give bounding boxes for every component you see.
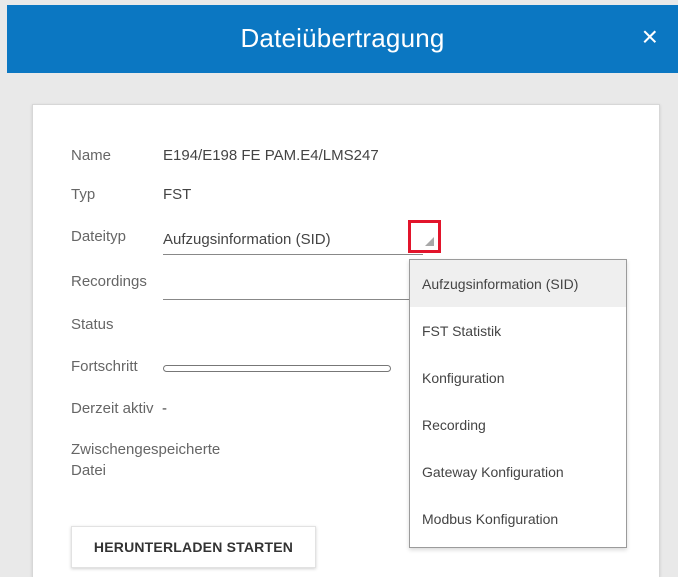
dropdown-option-fst-statistik[interactable]: FST Statistik — [410, 307, 626, 354]
name-label: Name — [71, 147, 112, 164]
dropdown-option-modbus-konfiguration[interactable]: Modbus Konfiguration — [410, 495, 626, 542]
chevron-down-icon — [425, 237, 434, 246]
recordings-field[interactable] — [163, 299, 413, 300]
dateityp-label: Dateityp — [71, 228, 127, 245]
name-value: E194/E198 FE PAM.E4/LMS247 — [163, 147, 379, 164]
dropdown-option-aufzugsinformation[interactable]: Aufzugsinformation (SID) — [410, 260, 626, 307]
typ-value: FST — [163, 186, 192, 203]
status-label: Status — [71, 316, 114, 333]
derzeit-aktiv-label: Derzeit aktiv — [71, 400, 154, 417]
dateityp-dropdown-toggle[interactable] — [408, 220, 441, 253]
dateityp-select-value[interactable]: Aufzugsinformation (SID) — [163, 231, 331, 248]
recordings-label: Recordings — [71, 273, 147, 290]
dateityp-dropdown-menu: Aufzugsinformation (SID) FST Statistik K… — [409, 259, 627, 548]
start-download-button[interactable]: HERUNTERLADEN STARTEN — [71, 526, 316, 568]
dialog-title: Dateiübertragung — [240, 23, 445, 53]
dropdown-option-recording[interactable]: Recording — [410, 401, 626, 448]
dropdown-option-gateway-konfiguration[interactable]: Gateway Konfiguration — [410, 448, 626, 495]
typ-label: Typ — [71, 186, 96, 203]
cache-label-line1: Zwischengespeicherte — [71, 441, 221, 458]
fortschritt-label: Fortschritt — [71, 358, 138, 375]
cache-label-line2: Datei — [71, 462, 107, 479]
derzeit-aktiv-value: - — [162, 400, 167, 417]
close-icon[interactable]: × — [642, 23, 658, 51]
dropdown-option-konfiguration[interactable]: Konfiguration — [410, 354, 626, 401]
progress-bar — [163, 365, 391, 372]
dialog-header: Dateiübertragung × — [7, 5, 678, 73]
dateityp-select[interactable] — [163, 254, 423, 255]
